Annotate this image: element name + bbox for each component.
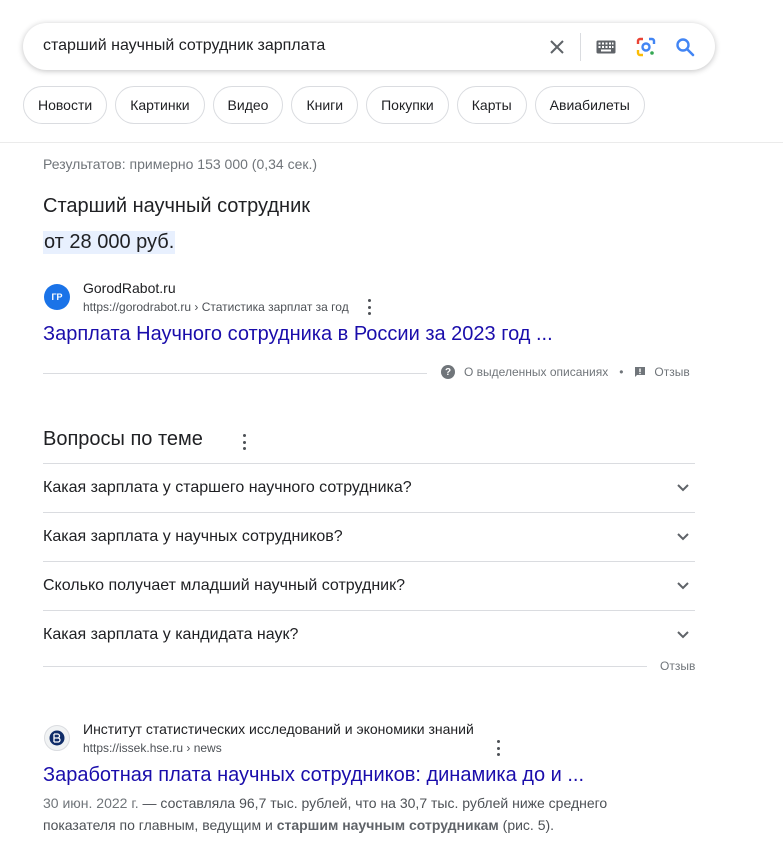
source-site-name[interactable]: GorodRabot.ru [83,280,176,296]
result-site-name[interactable]: Институт статистических исследований и э… [83,721,474,737]
chevron-down-icon[interactable] [677,582,689,590]
paa-bottom-divider [43,666,647,667]
related-question[interactable]: Сколько получает младший научный сотрудн… [43,561,695,610]
more-vert-icon[interactable] [242,434,246,450]
featured-divider [43,373,427,374]
result-url[interactable]: https://issek.hse.ru › news [83,741,222,755]
related-question[interactable]: Какая зарплата у кандидата наук? [43,610,695,659]
featured-footer: ? О выделенных описаниях • Отзыв [441,365,690,379]
snippet-text-end: (рис. 5). [498,817,555,833]
hse-logo-icon [49,730,65,746]
chip-books[interactable]: Книги [291,86,359,124]
paa-feedback-link[interactable]: Отзыв [660,659,695,673]
chip-flights[interactable]: Авиабилеты [534,86,645,124]
site-favicon[interactable]: ГР [44,284,70,310]
snippet-highlight: старшим научным сотрудникам [276,817,499,833]
separator: • [619,365,624,379]
chevron-down-icon[interactable] [677,631,689,639]
search-box[interactable]: старший научный сотрудник зарплата [23,23,715,70]
feedback-icon[interactable] [634,366,646,378]
filter-chips: Новости Картинки Видео Книги Покупки Кар… [23,86,645,124]
related-question[interactable]: Какая зарплата у научных сотрудников? [43,512,695,561]
related-questions-title: Вопросы по теме [43,428,203,450]
result-title-link[interactable]: Заработная плата научных сотрудников: ди… [43,764,584,787]
question-text: Какая зарплата у кандидата наук? [43,626,299,643]
result-stats: Результатов: примерно 153 000 (0,34 сек.… [43,156,318,172]
featured-snippet-title: Старший научный сотрудник [43,195,311,217]
chip-videos[interactable]: Видео [212,86,284,124]
question-text: Какая зарплата у старшего научного сотру… [43,479,412,496]
search-input[interactable]: старший научный сотрудник зарплата [43,37,325,55]
header-divider [0,142,783,143]
keyboard-icon[interactable] [593,36,619,58]
question-text: Сколько получает младший научный сотрудн… [43,577,405,594]
camera-lens-icon[interactable] [634,35,658,59]
question-text: Какая зарплата у научных сотрудников? [43,528,343,545]
snippet-dash: — [138,795,161,811]
source-url[interactable]: https://gorodrabot.ru › Статистика зарпл… [83,300,349,314]
feedback-link[interactable]: Отзыв [654,365,689,379]
search-icon[interactable] [673,35,697,59]
chevron-down-icon[interactable] [677,484,689,492]
favicon-text: ГР [51,292,63,302]
chip-images[interactable]: Картинки [115,86,205,124]
close-icon[interactable] [546,36,568,58]
more-vert-icon[interactable] [367,299,371,315]
snippet-date: 30 июн. 2022 г. [43,795,139,811]
featured-result-link[interactable]: Зарплата Научного сотрудника в России за… [43,323,553,346]
divider [580,33,581,61]
more-vert-icon[interactable] [496,740,500,756]
chip-shopping[interactable]: Покупки [366,86,449,124]
chip-news[interactable]: Новости [23,86,108,124]
about-featured-snippets-link[interactable]: О выделенных описаниях [464,365,608,379]
related-question[interactable]: Какая зарплата у старшего научного сотру… [43,463,695,512]
site-favicon[interactable] [44,725,70,751]
result-snippet: 30 июн. 2022 г. — составляла 96,7 тыс. р… [43,792,643,836]
featured-snippet-answer: от 28 000 руб. [43,231,176,254]
help-circle-icon[interactable]: ? [441,365,455,379]
chip-maps[interactable]: Карты [456,86,527,124]
chevron-down-icon[interactable] [677,533,689,541]
